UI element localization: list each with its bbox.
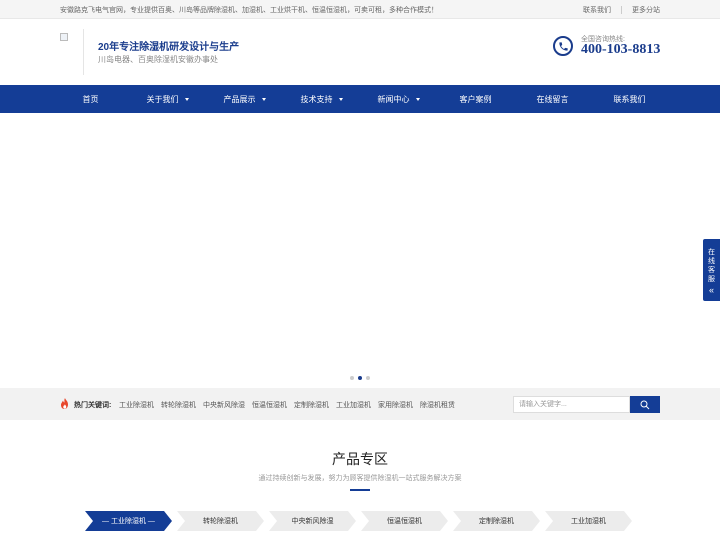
nav-item-label: 客户案例 [459,94,492,104]
service-char: 在 [708,249,715,256]
phone-icon [553,36,573,56]
product-tab-rotary-dehumidifier[interactable]: 转轮除湿机 [177,511,264,531]
hotline-number: 400-103-8813 [581,42,661,57]
hot-keyword[interactable]: 定制除湿机 [294,400,329,410]
caret-down-icon [415,97,420,101]
nav-item-label: 技术支持 [300,94,333,104]
nav-item-label: 联系我们 [613,94,646,104]
double-chevron-left-icon: « [708,285,714,295]
hot-keyword[interactable]: 家用除湿机 [378,400,413,410]
nav-item-label: 首页 [82,94,99,104]
product-tab-central-fresh-air[interactable]: 中央新风除湿 [269,511,356,531]
carousel-dot[interactable] [350,376,354,380]
online-service-tab[interactable]: 在 线 客 服 « [703,239,720,301]
product-tab-custom-dehumidifier[interactable]: 定制除湿机 [453,511,540,531]
hot-keywords-bar: 热门关键词: 工业除湿机 转轮除湿机 中央新风除湿 恒温恒湿机 定制除湿机 工业… [0,388,720,420]
product-tabs: — 工业除湿机 — 转轮除湿机 中央新风除湿 恒温恒湿机 定制除湿机 工业加湿机 [85,511,632,531]
carousel-dots [350,376,370,380]
nav-item-cases[interactable]: 客户案例 [437,85,514,113]
carousel-dot-active[interactable] [358,376,362,380]
service-char: 客 [708,267,715,274]
nav-item-message[interactable]: 在线留言 [514,85,591,113]
hot-keyword[interactable]: 工业加湿机 [336,400,371,410]
banner-carousel[interactable] [0,113,720,388]
more-branches-link[interactable]: 更多分站 [632,5,660,15]
caret-down-icon [261,97,266,101]
service-char: 服 [708,276,715,283]
nav-item-products[interactable]: 产品展示 [206,85,283,113]
products-section-subtitle: 通过持续创新与发展，努力为顾客提供除湿机一站式服务解决方案 [258,475,462,482]
nav-item-label: 关于我们 [146,94,179,104]
service-char: 线 [708,258,715,265]
slogan: 20年专注除湿机研发设计与生产 [98,42,240,53]
header-divider [83,29,84,75]
nav-item-news[interactable]: 新闻中心 [360,85,437,113]
main-nav: 首页 关于我们 产品展示 技术支持 新闻中心 客户案例 在线留言 联系我们 [0,85,720,113]
nav-item-label: 在线留言 [536,94,569,104]
caret-down-icon [338,97,343,101]
nav-item-contact[interactable]: 联系我们 [591,85,668,113]
search-button[interactable] [630,396,660,413]
search-input[interactable] [513,396,630,413]
hot-keywords-label: 热门关键词: [74,402,112,409]
fire-icon [61,398,68,409]
product-tab-industrial-humidifier[interactable]: 工业加湿机 [545,511,632,531]
nav-item-about[interactable]: 关于我们 [129,85,206,113]
hot-keywords-list: 工业除湿机 转轮除湿机 中央新风除湿 恒温恒湿机 定制除湿机 工业加湿机 家用除… [119,400,455,410]
title-underline [350,489,370,491]
header: 20年专注除湿机研发设计与生产 川岛电器、百奥除湿机安徽办事处 全国咨询热线: … [0,19,720,85]
carousel-dot[interactable] [366,376,370,380]
product-tab-industrial-dehumidifier[interactable]: — 工业除湿机 — [85,511,172,531]
nav-item-support[interactable]: 技术支持 [283,85,360,113]
products-section-title: 产品专区 [332,451,388,467]
nav-item-label: 新闻中心 [377,94,410,104]
nav-item-label: 产品展示 [223,94,256,104]
nav-item-home[interactable]: 首页 [52,85,129,113]
contact-us-link[interactable]: 联系我们 [583,5,611,15]
site-intro: 安徽路克飞电气官网，专业提供百奥、川岛等品牌除湿机、加湿机、工业烘干机、恒温恒湿… [60,7,438,14]
search-icon [640,400,650,409]
top-links: 联系我们 更多分站 [583,5,660,15]
caret-down-icon [184,97,189,101]
hot-keyword[interactable]: 中央新风除湿 [203,400,245,410]
hot-keyword[interactable]: 转轮除湿机 [161,400,196,410]
divider [621,6,622,14]
hot-keyword[interactable]: 恒温恒湿机 [252,400,287,410]
hot-keyword[interactable]: 工业除湿机 [119,400,154,410]
top-bar: 安徽路克飞电气官网，专业提供百奥、川岛等品牌除湿机、加湿机、工业烘干机、恒温恒湿… [0,0,720,19]
product-tab-constant-temp-humidity[interactable]: 恒温恒湿机 [361,511,448,531]
logo-image[interactable] [60,33,68,41]
hot-keyword[interactable]: 除湿机租赁 [420,400,455,410]
sub-slogan: 川岛电器、百奥除湿机安徽办事处 [98,55,218,64]
